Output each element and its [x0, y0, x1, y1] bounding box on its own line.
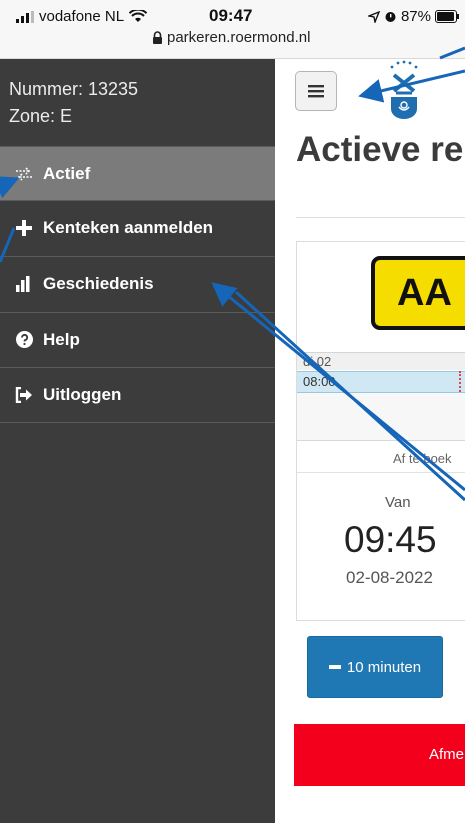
wifi-icon	[129, 10, 148, 22]
battery-percent: 87%	[400, 8, 431, 25]
zone-label: Zone: E	[9, 106, 73, 126]
start-label: Van	[385, 494, 411, 511]
license-plate: AA	[371, 256, 465, 330]
start-time: 09:45	[344, 519, 437, 560]
status-left: vodafone NL	[16, 8, 148, 25]
location-arrow-icon	[367, 10, 380, 23]
page-title: Actieve re	[296, 130, 464, 169]
hamburger-icon	[308, 84, 324, 97]
card-divider	[297, 472, 465, 473]
start-date: 02-08-2022	[346, 568, 433, 587]
minus-icon	[328, 665, 341, 669]
book-label: Af te boek	[393, 451, 452, 466]
account-number: Nummer: 13235	[9, 79, 139, 99]
sidebar-item-label: Geschiedenis	[43, 273, 154, 293]
sidebar-item-actief[interactable]: Actief	[0, 146, 275, 200]
active-parking-card: AA di 02 08:00 Af te boek Van 09:45 02-0…	[296, 241, 465, 621]
main-content: Actieve re AA di 02 08:00 Af te boek Van…	[276, 59, 465, 823]
sidebar-item-uitloggen[interactable]: Uitloggen	[0, 367, 275, 421]
sidebar: Nummer: 13235 Zone: E Actief Kenteken aa…	[0, 59, 275, 823]
timeline-time: 08:00	[297, 371, 465, 393]
sidebar-divider	[0, 422, 275, 423]
sidebar-item-kenteken-aanmelden[interactable]: Kenteken aanmelden	[0, 200, 275, 254]
sidebar-item-label: Kenteken aanmelden	[43, 217, 214, 237]
sidebar-item-help[interactable]: Help	[0, 312, 275, 366]
address-bar[interactable]: parkeren.roermond.nl	[152, 29, 310, 46]
carrier-name: vodafone NL	[39, 8, 125, 25]
status-bar: vodafone NL 09:47 87% parkeren.roermond.…	[0, 0, 465, 59]
title-divider	[296, 217, 465, 218]
transfer-arrows-icon	[13, 166, 35, 181]
user-info: Nummer: 13235 Zone: E	[9, 76, 138, 130]
minus-button-label: 10 minuten	[346, 658, 422, 676]
alarm-icon	[385, 12, 396, 22]
sidebar-item-geschiedenis[interactable]: Geschiedenis	[0, 256, 275, 310]
question-circle-icon	[13, 331, 35, 348]
bar-chart-icon	[13, 275, 35, 292]
minus-10-minutes-button[interactable]: 10 minuten	[307, 636, 443, 698]
battery-icon	[435, 10, 459, 23]
status-right: 87%	[367, 8, 459, 25]
logout-icon	[13, 386, 35, 403]
cancel-parking-button[interactable]: Afme	[294, 724, 465, 786]
timeline-area	[297, 393, 465, 441]
signal-icon	[16, 10, 34, 23]
url-text: parkeren.roermond.nl	[167, 29, 311, 46]
sidebar-item-label: Help	[43, 329, 80, 349]
sidebar-item-label: Uitloggen	[43, 384, 122, 404]
menu-toggle-button[interactable]	[295, 71, 337, 111]
sidebar-item-label: Actief	[43, 163, 91, 183]
plus-icon	[13, 219, 35, 236]
roermond-logo-icon	[390, 60, 418, 119]
timeline-date: di 02	[297, 352, 465, 370]
lock-icon	[153, 31, 162, 44]
clock: 09:47	[209, 6, 253, 25]
